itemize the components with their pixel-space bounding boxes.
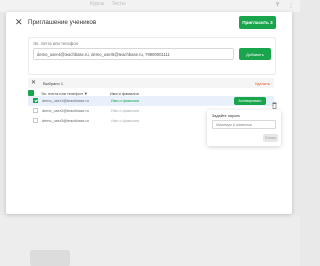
row-name[interactable]: Имя и фамилия bbox=[111, 99, 139, 103]
password-field[interactable]: Минимум 6 символов bbox=[212, 120, 276, 129]
popover-title: Задайте пароль bbox=[212, 114, 241, 118]
app-header bbox=[0, 0, 300, 12]
app-tabs: Курсы Тесты bbox=[90, 1, 132, 7]
tab-tests[interactable]: Тесты bbox=[112, 1, 126, 7]
add-button[interactable]: Добавить bbox=[239, 48, 271, 60]
close-icon[interactable]: ✕ bbox=[15, 18, 23, 27]
row-email: demo_user3@teachbase.ru bbox=[42, 119, 89, 123]
row-checkbox[interactable] bbox=[33, 108, 38, 113]
delete-selected-link[interactable]: Удалить bbox=[255, 81, 270, 86]
set-password-popover: Задайте пароль Минимум 6 символов Готово bbox=[207, 110, 281, 146]
table-row[interactable]: demo_user1@teachbase.ru Имя и фамилия Ак… bbox=[28, 96, 277, 109]
row-email: demo_user1@teachbase.ru bbox=[42, 99, 89, 103]
clear-selection-icon[interactable]: ✕ bbox=[31, 79, 36, 86]
row-name[interactable]: Имя и фамилия bbox=[111, 119, 139, 123]
selection-bar: ✕ Выбрано 1 Удалить bbox=[28, 78, 274, 88]
invite-button[interactable]: Пригласить 3 bbox=[239, 16, 276, 29]
modal-title: Приглашение учеников bbox=[28, 19, 97, 26]
done-button[interactable]: Готово bbox=[263, 134, 278, 142]
app-header-icons: ⋮ bbox=[269, 2, 294, 9]
row-email: demo_user2@teachbase.ru bbox=[42, 109, 89, 113]
more-icon[interactable]: ⋮ bbox=[288, 3, 294, 9]
email-field[interactable]: demo_user4@teachbase.ru, demo_user5@teac… bbox=[33, 48, 234, 60]
app-content-placeholder bbox=[30, 250, 70, 266]
selected-count: Выбрано 1 bbox=[43, 80, 64, 86]
row-name[interactable]: Имя и фамилия bbox=[111, 109, 139, 113]
activate-button[interactable]: Активировать bbox=[234, 97, 266, 105]
row-checkbox[interactable] bbox=[33, 98, 38, 103]
filter-icon[interactable] bbox=[275, 2, 282, 9]
row-checkbox[interactable] bbox=[33, 118, 38, 123]
email-field-label: Эл. почта или телефон bbox=[33, 41, 78, 46]
email-input-card: Эл. почта или телефон demo_user4@teachba… bbox=[28, 37, 276, 75]
tab-courses[interactable]: Курсы bbox=[90, 1, 104, 7]
